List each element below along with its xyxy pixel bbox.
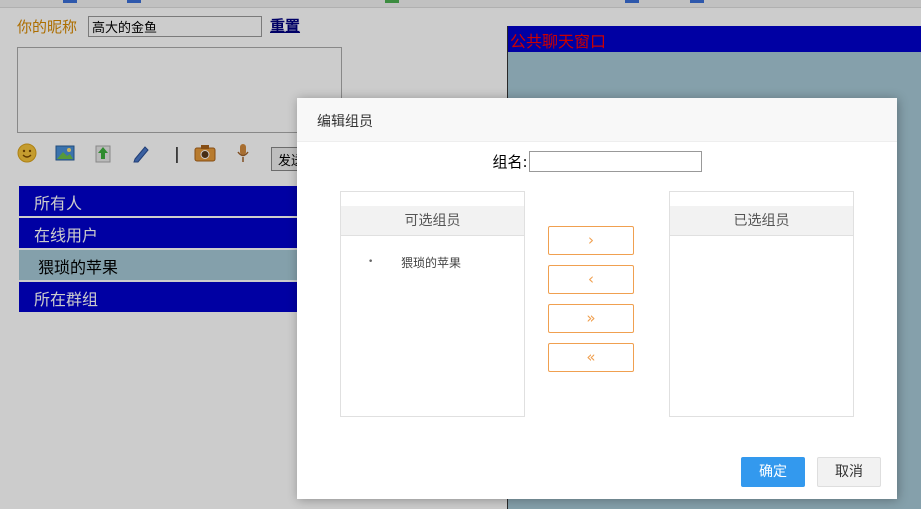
- cancel-button[interactable]: 取消: [817, 457, 881, 487]
- move-right-button[interactable]: ›: [548, 226, 634, 255]
- available-member-item[interactable]: 猥琐的苹果: [368, 254, 524, 271]
- available-members-title: 可选组员: [341, 206, 524, 236]
- group-name-row: 组名:: [297, 151, 897, 172]
- group-name-input[interactable]: [528, 151, 702, 172]
- move-all-right-button[interactable]: »: [548, 304, 634, 333]
- move-all-left-button[interactable]: «: [548, 343, 634, 372]
- selected-members-panel: 已选组员: [669, 191, 854, 417]
- group-name-label: 组名:: [492, 153, 528, 171]
- available-members-panel: 可选组员 猥琐的苹果: [340, 191, 525, 417]
- confirm-button[interactable]: 确定: [741, 457, 805, 487]
- dialog-title: 编辑组员: [297, 98, 897, 142]
- selected-members-title: 已选组员: [670, 206, 853, 236]
- edit-members-dialog: 编辑组员 组名: 可选组员 猥琐的苹果 › ‹ » « 已选组员 确定 取消: [297, 98, 897, 499]
- move-left-button[interactable]: ‹: [548, 265, 634, 294]
